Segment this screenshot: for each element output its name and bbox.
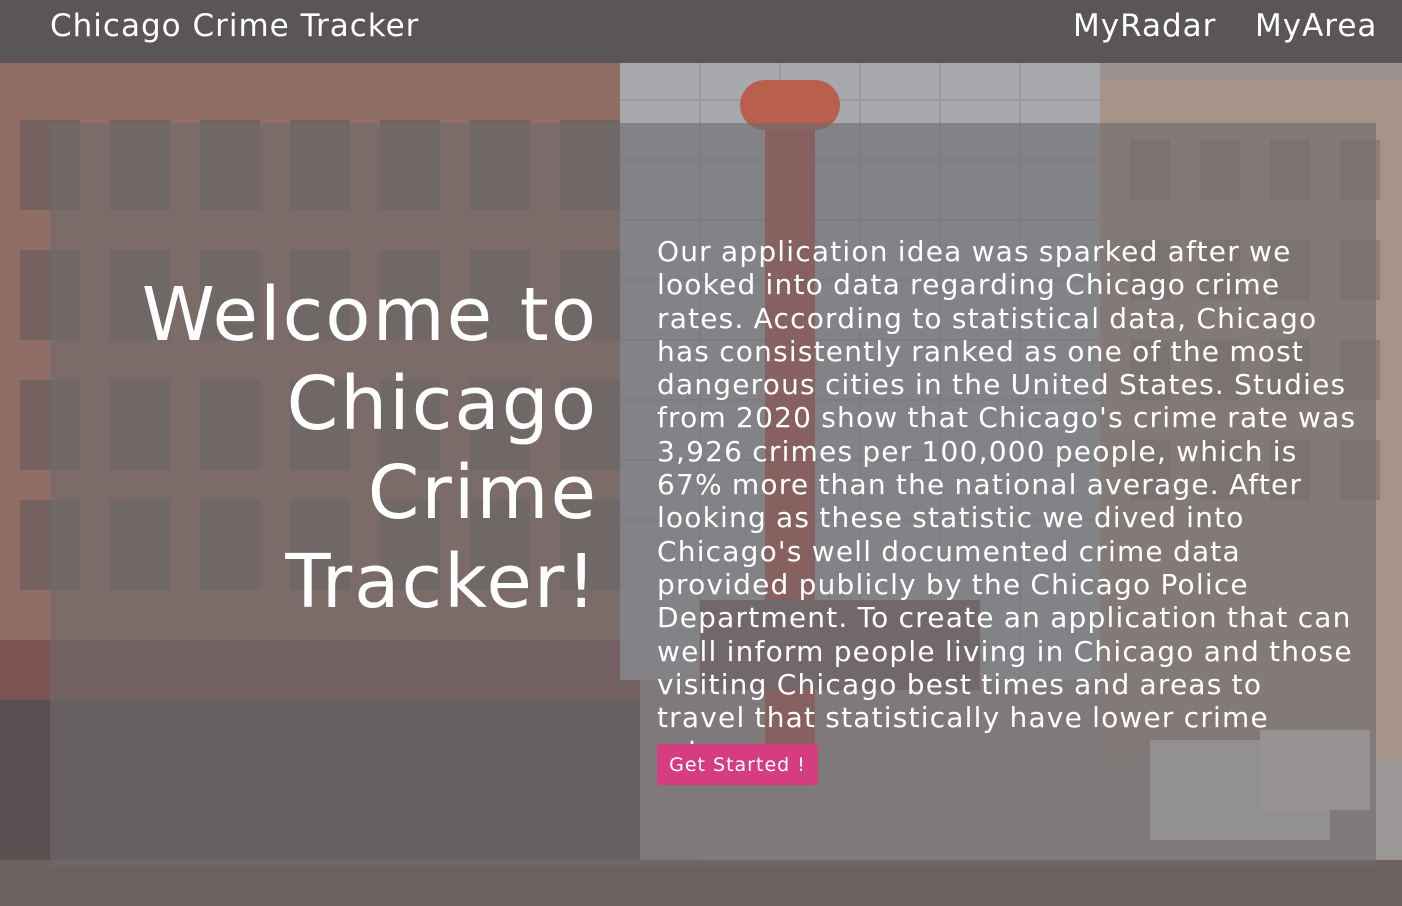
brand-link[interactable]: Chicago Crime Tracker bbox=[50, 8, 419, 44]
top-navbar: Chicago Crime Tracker MyRadar MyArea bbox=[0, 0, 1402, 63]
nav-link-myarea[interactable]: MyArea bbox=[1255, 8, 1377, 44]
hero-title: Welcome to Chicago Crime Tracker! bbox=[141, 272, 598, 625]
hero-description: Our application idea was sparked after w… bbox=[657, 235, 1357, 767]
nav-link-myradar[interactable]: MyRadar bbox=[1073, 8, 1216, 44]
hero-card: Welcome to Chicago Crime Tracker! Our ap… bbox=[50, 123, 1376, 866]
get-started-button[interactable]: Get Started ! bbox=[657, 744, 818, 785]
